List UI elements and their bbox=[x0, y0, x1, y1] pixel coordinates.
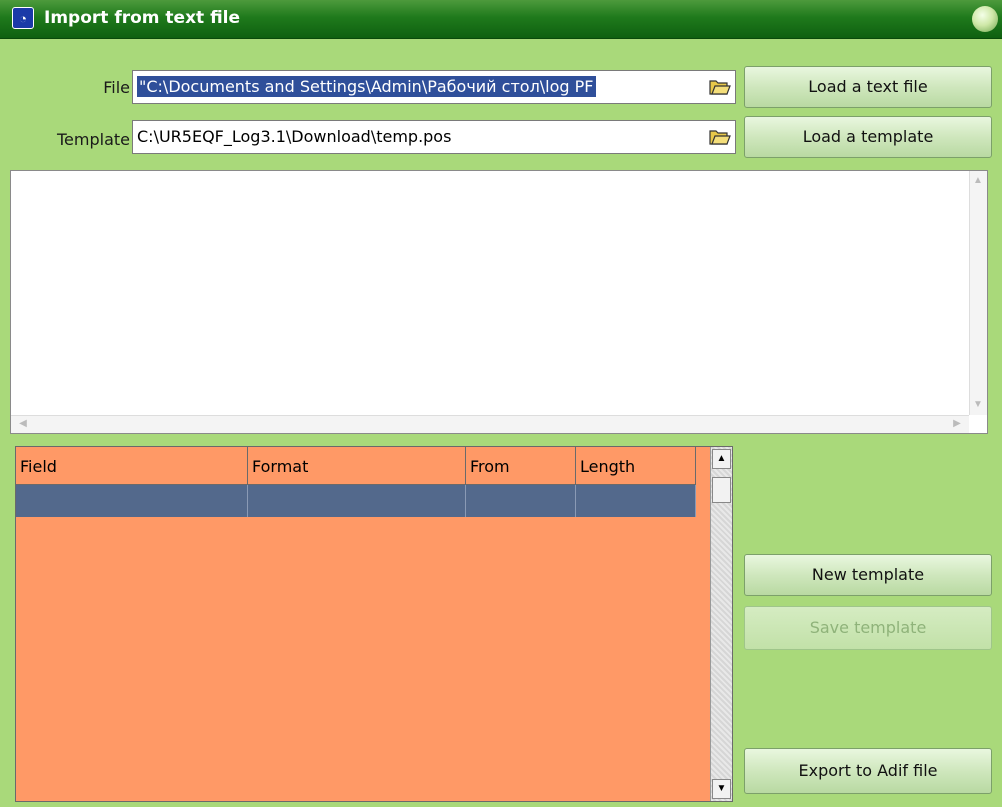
folder-open-icon[interactable] bbox=[709, 126, 731, 146]
save-template-button[interactable]: Save template bbox=[744, 606, 992, 650]
scroll-down-icon[interactable]: ▼ bbox=[970, 397, 986, 413]
grid-cell[interactable] bbox=[248, 485, 466, 517]
new-template-button[interactable]: New template bbox=[744, 554, 992, 596]
template-grid[interactable]: Field Format From Length ▲ ▼ bbox=[15, 446, 733, 802]
column-header-from[interactable]: From bbox=[466, 447, 576, 485]
scroll-left-icon[interactable]: ◀ bbox=[15, 416, 31, 432]
load-text-file-button[interactable]: Load a text file bbox=[744, 66, 992, 108]
file-path-field[interactable]: "C:\Documents and Settings\Admin\Рабочий… bbox=[132, 70, 736, 104]
scroll-up-icon[interactable]: ▲ bbox=[970, 173, 986, 189]
column-header-field[interactable]: Field bbox=[16, 447, 248, 485]
column-header-format[interactable]: Format bbox=[248, 447, 466, 485]
export-adif-button[interactable]: Export to Adif file bbox=[744, 748, 992, 794]
folder-open-icon[interactable] bbox=[709, 76, 731, 96]
template-path-field[interactable]: C:\UR5EQF_Log3.1\Download\temp.pos bbox=[132, 120, 736, 154]
column-header-length[interactable]: Length bbox=[576, 447, 696, 485]
preview-vertical-scrollbar[interactable]: ▲ ▼ bbox=[969, 171, 987, 415]
window-control-orb[interactable] bbox=[972, 6, 998, 32]
app-icon[interactable]: ◔ bbox=[12, 7, 34, 29]
file-path-value: "C:\Documents and Settings\Admin\Рабочий… bbox=[137, 76, 596, 97]
grid-vertical-scrollbar[interactable]: ▲ ▼ bbox=[710, 447, 732, 801]
scroll-right-icon[interactable]: ▶ bbox=[949, 416, 965, 432]
window-title: Import from text file bbox=[44, 8, 241, 28]
template-path-value: C:\UR5EQF_Log3.1\Download\temp.pos bbox=[137, 127, 452, 146]
grid-cell[interactable] bbox=[16, 485, 248, 517]
preview-horizontal-scrollbar[interactable]: ◀ ▶ bbox=[11, 415, 969, 433]
scroll-down-icon[interactable]: ▼ bbox=[712, 779, 731, 799]
file-label: File bbox=[103, 78, 130, 97]
grid-cell[interactable] bbox=[576, 485, 696, 517]
title-bar: ◔ Import from text file bbox=[0, 0, 1002, 39]
scroll-up-icon[interactable]: ▲ bbox=[712, 449, 731, 469]
text-preview-area[interactable]: ▲ ▼ ◀ ▶ bbox=[10, 170, 988, 434]
template-label: Template bbox=[56, 130, 130, 149]
grid-cell[interactable] bbox=[466, 485, 576, 517]
load-template-button[interactable]: Load a template bbox=[744, 116, 992, 158]
scroll-thumb[interactable] bbox=[712, 477, 731, 503]
